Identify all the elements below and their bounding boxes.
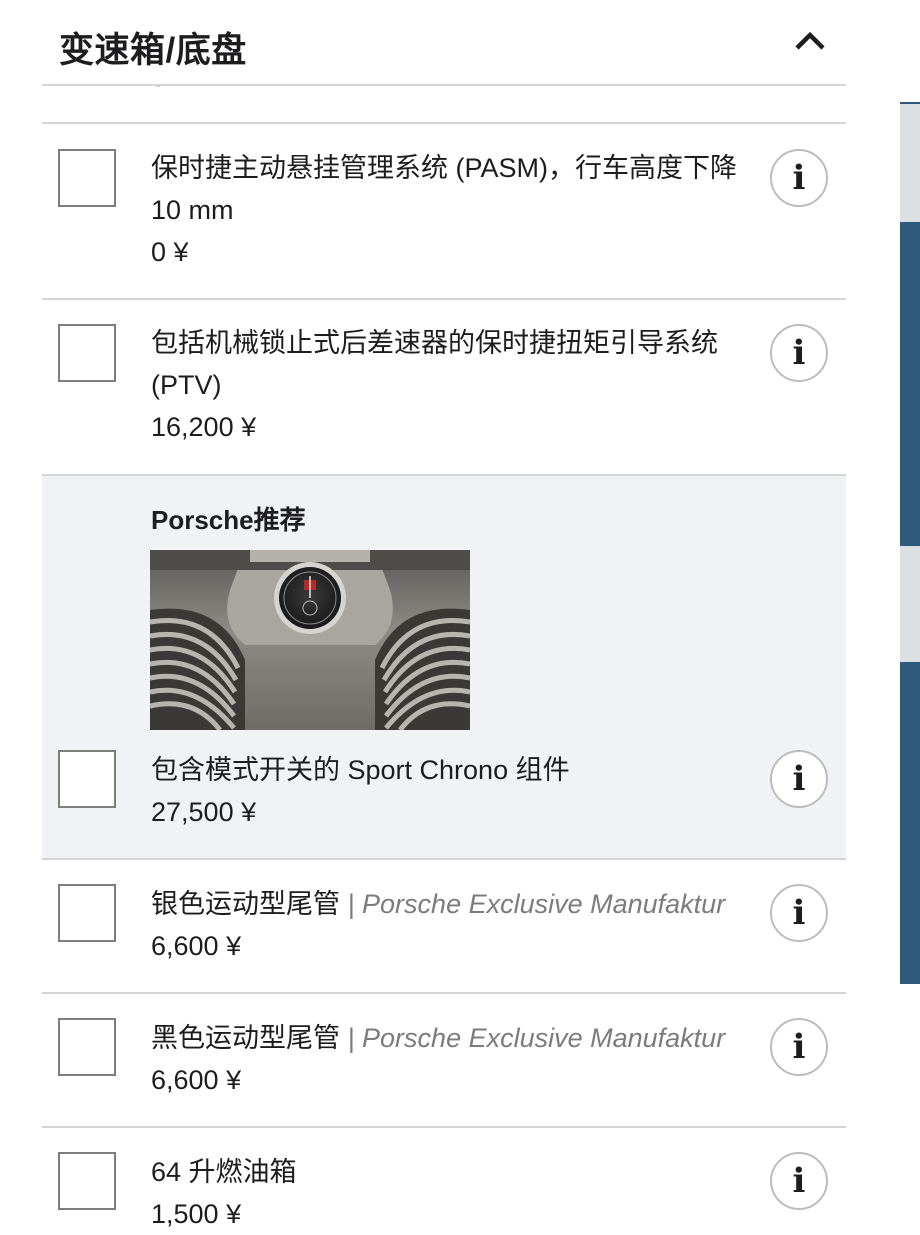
option-checkbox[interactable] — [58, 1018, 116, 1076]
info-icon: i — [792, 1027, 806, 1067]
option-fuel-tank: 64 升燃油箱 1,500 ¥ i — [42, 1128, 846, 1229]
option-text: 64 升燃油箱 1,500 ¥ — [151, 1151, 751, 1235]
info-button[interactable]: i — [770, 1152, 828, 1210]
option-name-text: 银色运动型尾管 — [151, 889, 340, 919]
info-button[interactable]: i — [770, 750, 828, 808]
option-price: 27,500 ¥ — [151, 797, 257, 827]
option-name-text: 黑色运动型尾管 — [151, 1023, 340, 1053]
option-name: 黑色运动型尾管 | Porsche Exclusive Manufaktur — [151, 1017, 751, 1059]
option-checkbox[interactable] — [58, 1152, 116, 1210]
info-button[interactable]: i — [770, 149, 828, 207]
option-name: 银色运动型尾管 | Porsche Exclusive Manufaktur — [151, 883, 751, 925]
option-price: 1,500 ¥ — [151, 1199, 242, 1229]
section-title: 变速箱/底盘 — [59, 31, 247, 70]
option-brand: | Porsche Exclusive Manufaktur — [347, 1023, 726, 1053]
option-price: 0 ¥ — [151, 237, 189, 267]
option-silver-tailpipes: 银色运动型尾管 | Porsche Exclusive Manufaktur 6… — [42, 860, 846, 992]
option-text: 黑色运动型尾管 | Porsche Exclusive Manufaktur 6… — [151, 1017, 751, 1101]
option-pasm: 保时捷主动悬挂管理系统 (PASM)，行车高度下降 10 mm 0 ¥ i — [42, 124, 846, 298]
option-text: 包括机械锁止式后差速器的保时捷扭矩引导系统 (PTV) 16,200 ¥ — [151, 322, 751, 448]
sport-chrono-image — [150, 550, 470, 730]
option-price: 6,600 ¥ — [151, 1065, 242, 1095]
info-icon: i — [792, 1161, 806, 1201]
option-checkbox[interactable] — [58, 324, 116, 382]
info-button[interactable]: i — [770, 884, 828, 942]
recommended-option: Porsche推荐 包含模式开关的 Sport Chrono 组件 27,500… — [42, 476, 846, 858]
info-icon: i — [792, 893, 806, 933]
info-icon: i — [792, 158, 806, 198]
option-name: 保时捷主动悬挂管理系统 (PASM)，行车高度下降 10 mm — [151, 153, 737, 225]
side-panel-highlight — [900, 104, 920, 222]
option-text: 银色运动型尾管 | Porsche Exclusive Manufaktur 6… — [151, 883, 751, 967]
side-panel-edge — [900, 102, 920, 984]
option-name: 包括机械锁止式后差速器的保时捷扭矩引导系统 (PTV) — [151, 328, 718, 400]
option-brand: | Porsche Exclusive Manufaktur — [347, 889, 726, 919]
option-price: 6,600 ¥ — [151, 931, 242, 961]
side-panel-highlight — [900, 546, 920, 662]
collapse-button[interactable] — [782, 18, 838, 66]
section-header[interactable]: 变速箱/底盘 — [42, 0, 846, 86]
info-button[interactable]: i — [770, 324, 828, 382]
option-name: 64 升燃油箱 — [151, 1157, 297, 1187]
option-name: 包含模式开关的 Sport Chrono 组件 — [151, 755, 570, 785]
option-ptv: 包括机械锁止式后差速器的保时捷扭矩引导系统 (PTV) 16,200 ¥ i — [42, 300, 846, 474]
info-icon: i — [792, 333, 806, 373]
option-text: 包含模式开关的 Sport Chrono 组件 27,500 ¥ — [151, 749, 751, 833]
option-checkbox[interactable] — [58, 750, 116, 808]
chevron-up-icon — [795, 31, 825, 50]
option-price: 16,200 ¥ — [151, 412, 257, 442]
info-button[interactable]: i — [770, 1018, 828, 1076]
option-checkbox[interactable] — [58, 884, 116, 942]
recommendation-label: Porsche推荐 — [151, 505, 306, 535]
info-icon: i — [792, 759, 806, 799]
option-text: 保时捷主动悬挂管理系统 (PASM)，行车高度下降 10 mm 0 ¥ — [151, 147, 751, 273]
options-panel: 变速箱/底盘 保时捷主动悬挂管理系统 (PASM)，行车高度下降 10 mm 0… — [42, 0, 846, 1229]
scroll-peek — [156, 86, 160, 87]
option-black-tailpipes: 黑色运动型尾管 | Porsche Exclusive Manufaktur 6… — [42, 994, 846, 1126]
option-checkbox[interactable] — [58, 149, 116, 207]
